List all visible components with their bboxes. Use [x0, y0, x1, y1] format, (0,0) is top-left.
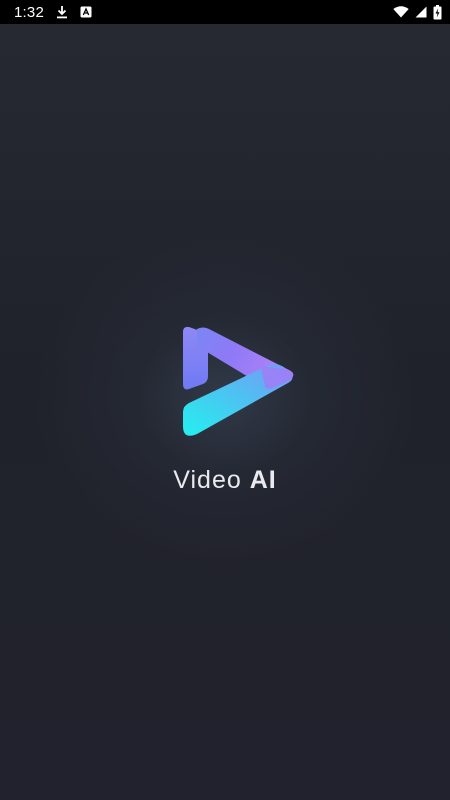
status-bar: 1:32 — [0, 0, 450, 24]
wifi-icon — [393, 6, 409, 18]
cellular-signal-icon — [415, 6, 427, 18]
play-logo-icon — [183, 326, 294, 436]
download-icon — [56, 5, 68, 19]
splash-screen: Video AI — [0, 24, 450, 800]
app-notification-icon — [80, 6, 92, 18]
status-time: 1:32 — [14, 3, 44, 21]
status-left: 1:32 — [14, 4, 92, 21]
app-name-bold: AI — [249, 466, 277, 494]
app-name: Video AI — [0, 466, 450, 495]
status-right — [393, 4, 442, 20]
app-name-light: Video — [173, 466, 242, 494]
battery-charging-icon — [433, 4, 442, 20]
